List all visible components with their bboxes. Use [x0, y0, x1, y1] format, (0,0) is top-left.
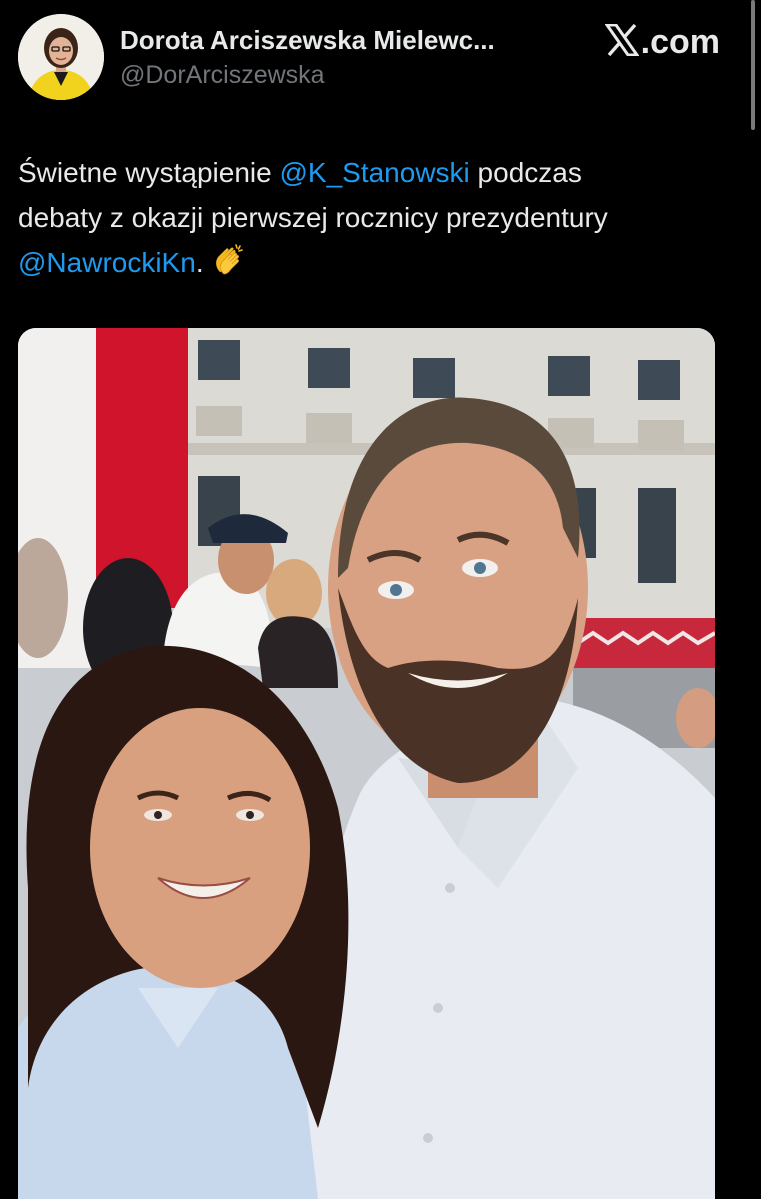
avatar[interactable] — [18, 14, 104, 100]
author-names: Dorota Arciszewska Mielewc... @DorArcisz… — [120, 24, 495, 91]
tweet-text-part: podczas — [469, 157, 582, 188]
x-logo-icon — [603, 23, 640, 61]
mention-k-stanowski[interactable]: @K_Stanowski — [279, 157, 469, 188]
mention-nawrockikn[interactable]: @NawrockiKn — [18, 247, 196, 278]
avatar-image — [18, 14, 104, 100]
brand-text: .com — [640, 23, 720, 61]
scrollbar[interactable] — [751, 0, 755, 130]
tweet-text-part: . — [195, 247, 212, 278]
clapping-hands-icon — [211, 242, 245, 289]
x-brand[interactable]: .com — [603, 22, 720, 62]
tweet-text-part: debaty z okazji pierwszej rocznicy prezy… — [18, 202, 608, 233]
tweet-photo[interactable] — [18, 328, 715, 1199]
author-handle[interactable]: @DorArciszewska — [120, 59, 495, 91]
selfie-image — [18, 328, 715, 1199]
tweet-header: Dorota Arciszewska Mielewc... @DorArcisz… — [18, 14, 728, 102]
tweet-text-part: Świetne wystąpienie — [18, 157, 280, 188]
tweet-text: Świetne wystąpienie @K_Stanowski podczas… — [18, 150, 738, 289]
author-display-name[interactable]: Dorota Arciszewska Mielewc... — [120, 24, 495, 56]
